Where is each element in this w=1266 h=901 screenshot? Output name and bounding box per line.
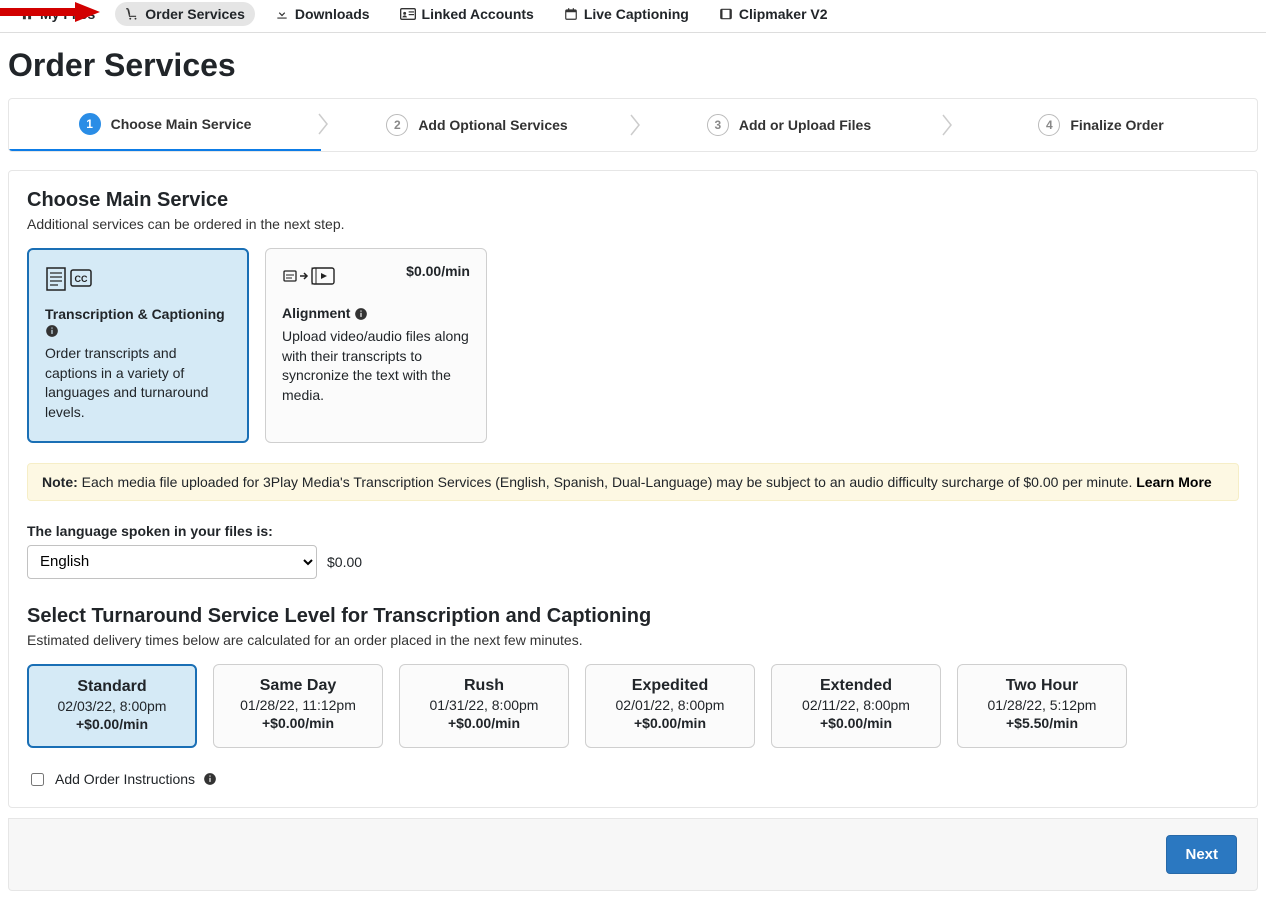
nav-label: Linked Accounts <box>422 6 534 22</box>
turnaround-name: Expedited <box>594 677 746 695</box>
nav-live-captioning[interactable]: Live Captioning <box>554 2 699 26</box>
step-label: Add Optional Services <box>418 117 567 133</box>
add-instructions-checkbox[interactable] <box>31 773 44 786</box>
step-label: Choose Main Service <box>111 116 252 132</box>
turnaround-price: +$0.00/min <box>594 715 746 731</box>
nav-label: My Files <box>40 6 95 22</box>
language-row: English $0.00 <box>27 545 1239 579</box>
turnaround-name: Extended <box>780 677 932 695</box>
note-label: Note: <box>42 474 78 490</box>
language-label: The language spoken in your files is: <box>27 523 1239 539</box>
turnaround-name: Standard <box>37 678 187 696</box>
surcharge-note: Note: Each media file uploaded for 3Play… <box>27 463 1239 501</box>
nav-clipmaker[interactable]: Clipmaker V2 <box>709 2 838 26</box>
main-card: Choose Main Service Additional services … <box>8 170 1258 808</box>
turnaround-rush[interactable]: Rush 01/31/22, 8:00pm +$0.00/min <box>399 664 569 748</box>
film-icon <box>719 7 733 21</box>
transcription-icon: CC <box>45 264 93 292</box>
step-label: Add or Upload Files <box>739 117 871 133</box>
page-title: Order Services <box>8 47 1258 84</box>
nav-label: Order Services <box>145 6 245 22</box>
nav-label: Downloads <box>295 6 370 22</box>
turnaround-standard[interactable]: Standard 02/03/22, 8:00pm +$0.00/min <box>27 664 197 748</box>
turnaround-price: +$0.00/min <box>408 715 560 731</box>
step-number: 2 <box>386 114 408 136</box>
step-label: Finalize Order <box>1070 117 1163 133</box>
id-card-icon <box>400 7 416 21</box>
footer-bar: Next <box>8 818 1258 891</box>
service-transcription[interactable]: CC Transcription & Captioning Order tran… <box>27 248 249 443</box>
turnaround-same-day[interactable]: Same Day 01/28/22, 11:12pm +$0.00/min <box>213 664 383 748</box>
turnaround-date: 01/28/22, 5:12pm <box>966 697 1118 713</box>
turnaround-extended[interactable]: Extended 02/11/22, 8:00pm +$0.00/min <box>771 664 941 748</box>
info-icon[interactable] <box>354 307 368 321</box>
step-add-files[interactable]: 3 Add or Upload Files <box>633 99 945 151</box>
turnaround-options: Standard 02/03/22, 8:00pm +$0.00/min Sam… <box>27 664 1239 748</box>
service-description: Order transcripts and captions in a vari… <box>45 344 231 422</box>
section-subtitle: Additional services can be ordered in th… <box>27 216 1239 232</box>
turnaround-date: 02/01/22, 8:00pm <box>594 697 746 713</box>
step-number: 4 <box>1038 114 1060 136</box>
step-number: 1 <box>79 113 101 135</box>
top-nav: My Files Order Services Downloads Linked… <box>0 0 1266 33</box>
order-instructions-row: Add Order Instructions <box>27 770 1239 789</box>
turnaround-price: +$5.50/min <box>966 715 1118 731</box>
turnaround-date: 02/03/22, 8:00pm <box>37 698 187 714</box>
nav-linked-accounts[interactable]: Linked Accounts <box>390 2 544 26</box>
turnaround-name: Two Hour <box>966 677 1118 695</box>
chevron-right-icon <box>317 112 333 136</box>
section-title: Choose Main Service <box>27 189 1239 212</box>
info-icon[interactable] <box>203 772 217 786</box>
turnaround-date: 02/11/22, 8:00pm <box>780 697 932 713</box>
step-optional-services[interactable]: 2 Add Optional Services <box>321 99 633 151</box>
service-price: $0.00/min <box>406 263 470 279</box>
info-icon[interactable] <box>45 324 59 338</box>
nav-label: Clipmaker V2 <box>739 6 828 22</box>
svg-text:CC: CC <box>75 274 88 284</box>
turnaround-subtitle: Estimated delivery times below are calcu… <box>27 632 1239 648</box>
turnaround-date: 01/31/22, 8:00pm <box>408 697 560 713</box>
service-options: CC Transcription & Captioning Order tran… <box>27 248 1239 443</box>
turnaround-date: 01/28/22, 11:12pm <box>222 697 374 713</box>
cart-icon <box>125 7 139 21</box>
nav-label: Live Captioning <box>584 6 689 22</box>
step-number: 3 <box>707 114 729 136</box>
turnaround-price: +$0.00/min <box>222 715 374 731</box>
download-icon <box>275 7 289 21</box>
chevron-right-icon <box>941 113 957 137</box>
language-select[interactable]: English <box>27 545 317 579</box>
step-choose-main-service[interactable]: 1 Choose Main Service <box>9 99 321 151</box>
calendar-icon <box>564 7 578 21</box>
step-finalize[interactable]: 4 Finalize Order <box>945 99 1257 151</box>
learn-more-link[interactable]: Learn More <box>1136 474 1211 490</box>
next-button[interactable]: Next <box>1166 835 1237 874</box>
turnaround-expedited[interactable]: Expedited 02/01/22, 8:00pm +$0.00/min <box>585 664 755 748</box>
turnaround-two-hour[interactable]: Two Hour 01/28/22, 5:12pm +$5.50/min <box>957 664 1127 748</box>
alignment-icon <box>282 263 338 291</box>
turnaround-price: +$0.00/min <box>780 715 932 731</box>
turnaround-title: Select Turnaround Service Level for Tran… <box>27 605 1239 628</box>
turnaround-price: +$0.00/min <box>37 716 187 732</box>
home-icon <box>20 7 34 21</box>
language-price: $0.00 <box>327 554 362 570</box>
progress-stepper: 1 Choose Main Service 2 Add Optional Ser… <box>8 98 1258 152</box>
turnaround-name: Same Day <box>222 677 374 695</box>
add-instructions-label: Add Order Instructions <box>55 771 195 787</box>
service-title: Alignment <box>282 305 470 321</box>
service-alignment[interactable]: $0.00/min Alignment Upload video/audio f… <box>265 248 487 443</box>
note-body: Each media file uploaded for 3Play Media… <box>78 474 1136 490</box>
chevron-right-icon <box>629 113 645 137</box>
nav-downloads[interactable]: Downloads <box>265 2 380 26</box>
service-description: Upload video/audio files along with thei… <box>282 327 470 405</box>
nav-order-services[interactable]: Order Services <box>115 2 255 26</box>
nav-my-files[interactable]: My Files <box>10 2 105 26</box>
service-title: Transcription & Captioning <box>45 306 231 338</box>
turnaround-name: Rush <box>408 677 560 695</box>
